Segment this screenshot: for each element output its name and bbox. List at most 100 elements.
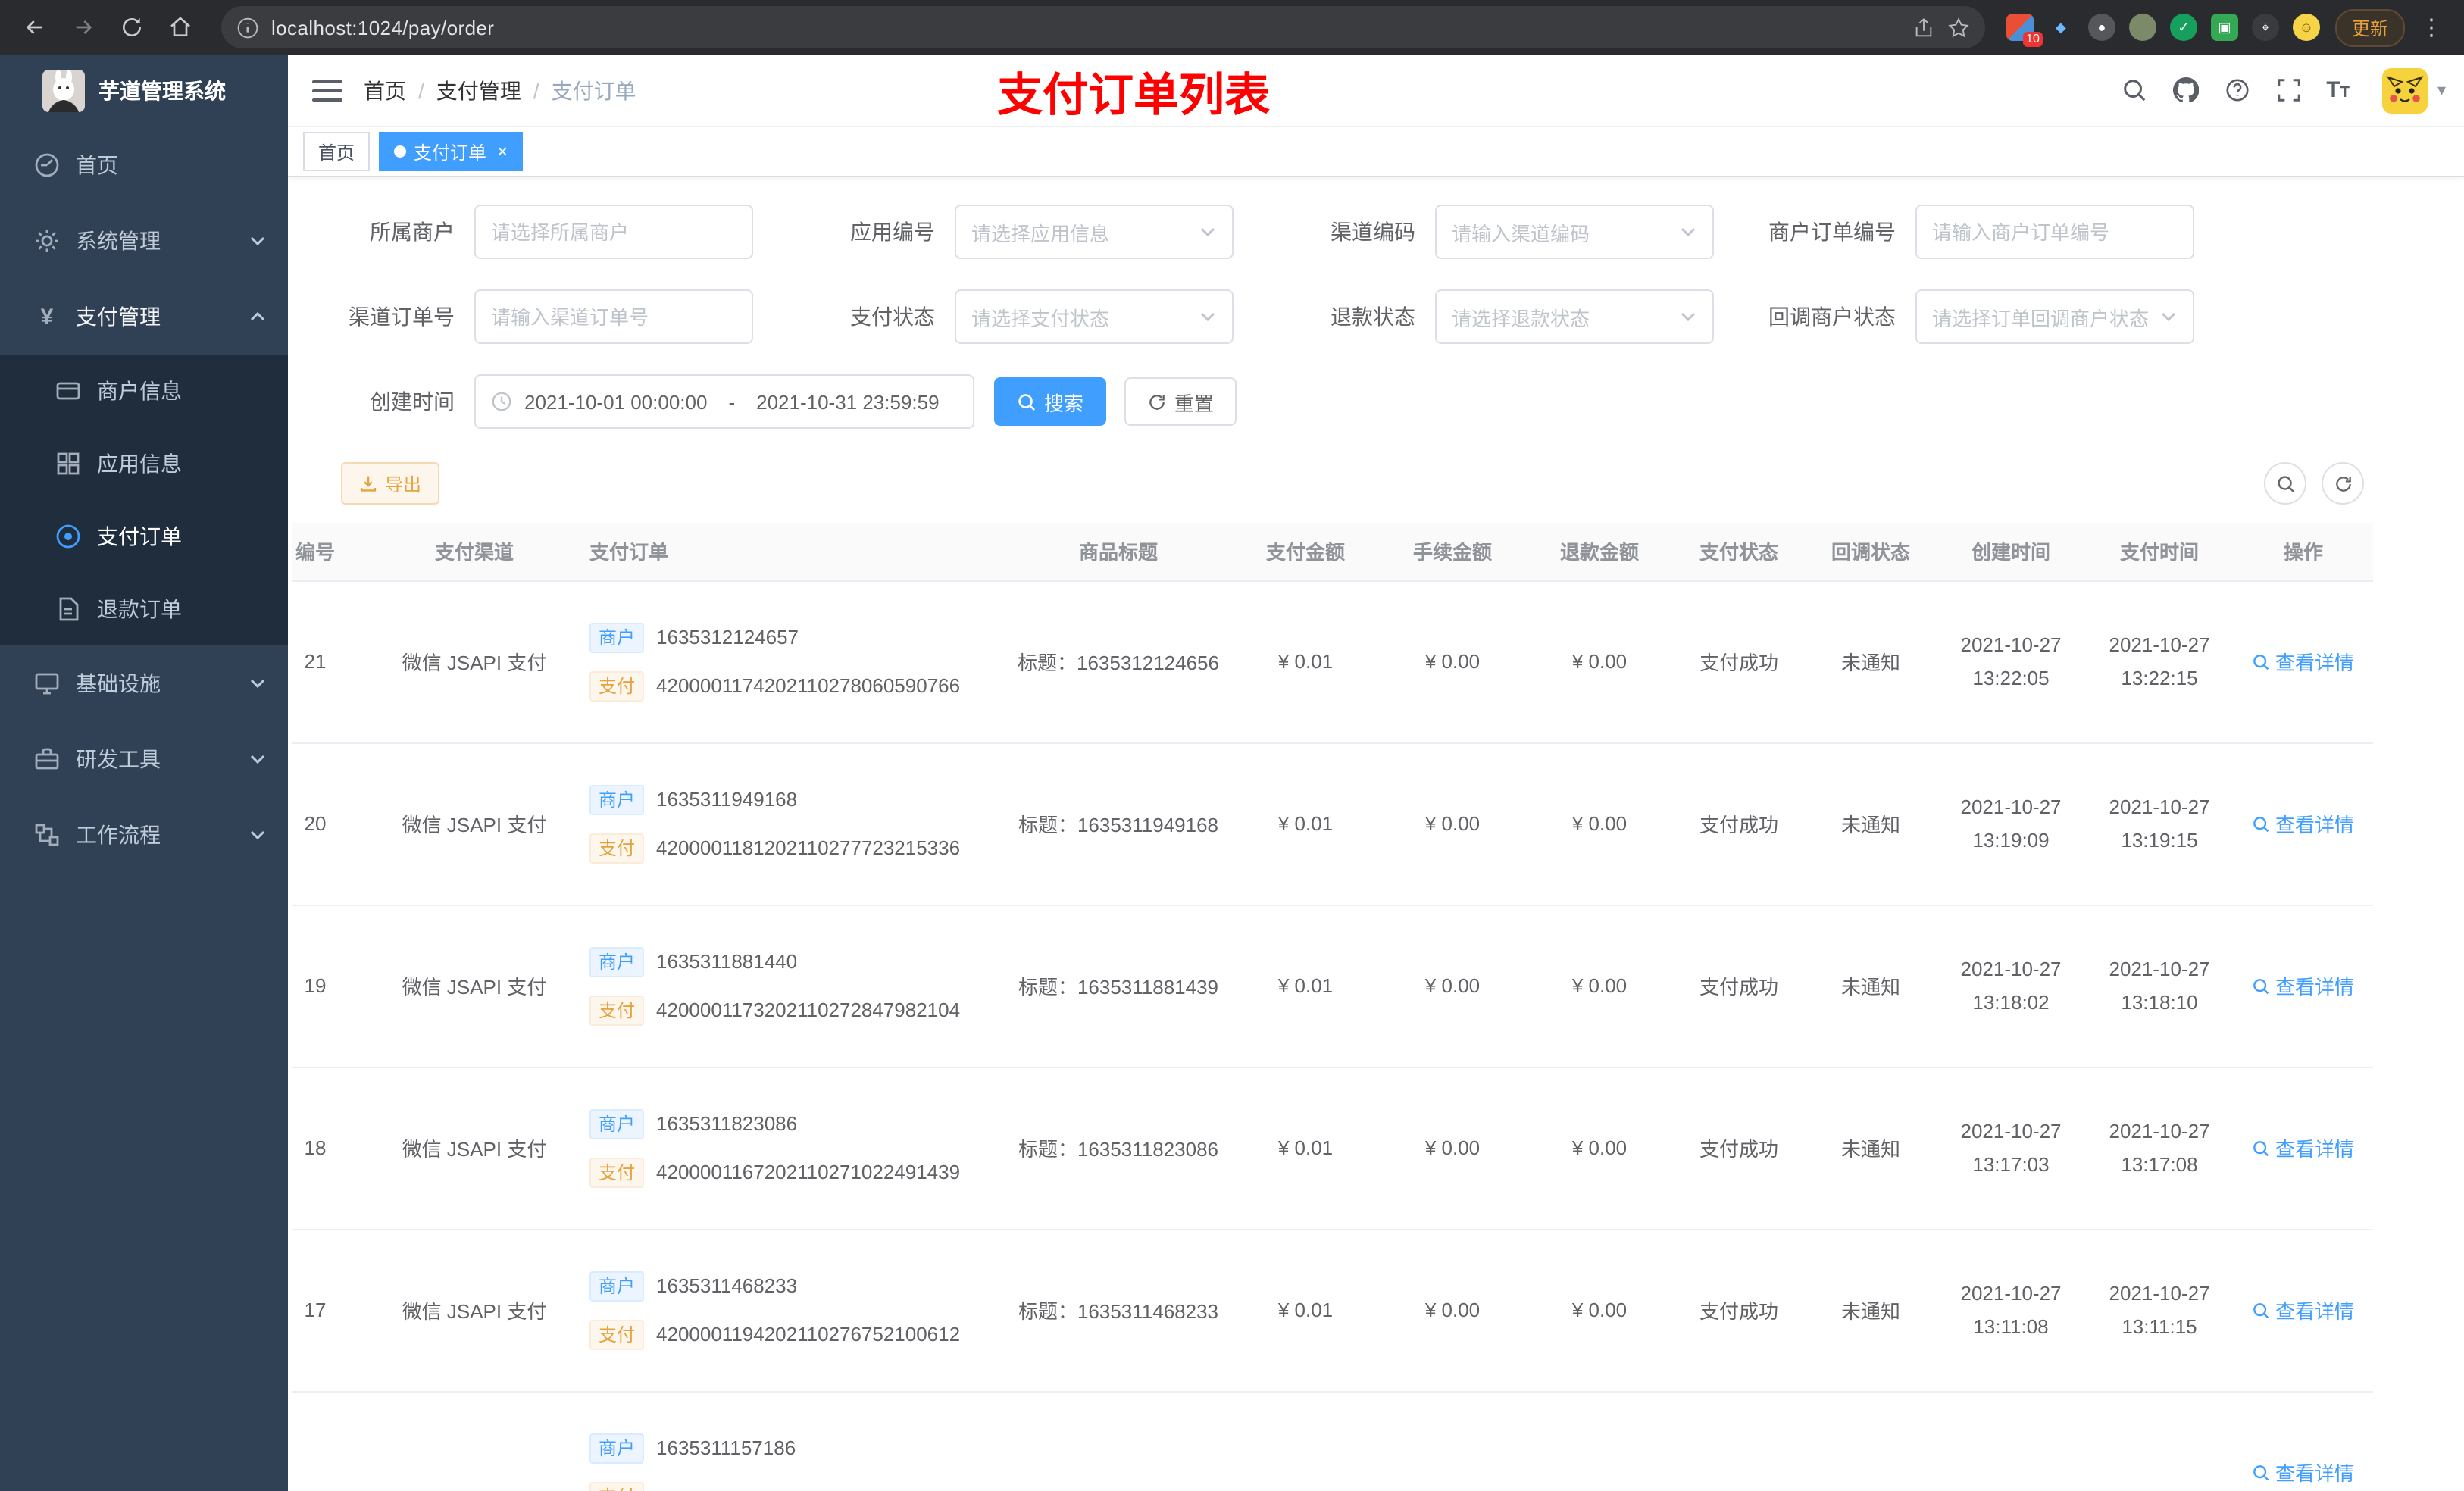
- help-icon[interactable]: [2223, 77, 2250, 104]
- fee-cell: ¥ 0.00: [1379, 1067, 1526, 1230]
- close-icon[interactable]: ×: [497, 141, 508, 162]
- view-detail-link[interactable]: 查看详情: [2253, 1133, 2354, 1162]
- search-icon: [2254, 978, 2270, 994]
- refund-cell: ¥ 0.00: [1526, 905, 1673, 1067]
- fullscreen-icon[interactable]: [2275, 77, 2302, 104]
- col-channel: 支付渠道: [383, 523, 565, 581]
- extension-chat-icon[interactable]: ▣: [2210, 14, 2238, 41]
- breadcrumb-payment[interactable]: 支付管理: [436, 75, 521, 105]
- status-cell: [1673, 1391, 1805, 1491]
- merchant-input-field[interactable]: [491, 220, 736, 243]
- tab-home[interactable]: 首页: [303, 132, 371, 171]
- view-detail-link[interactable]: 查看详情: [2253, 971, 2354, 1000]
- browser-forward-button[interactable]: [64, 8, 103, 47]
- view-detail-link[interactable]: 查看详情: [2253, 1296, 2354, 1324]
- sidebar-item-system[interactable]: 系统管理: [0, 203, 288, 279]
- reset-button[interactable]: 重置: [1124, 377, 1237, 426]
- chevron-down-icon: [1681, 312, 1696, 322]
- create-time-range-picker[interactable]: 2021-10-01 00:00:00 - 2021-10-31 23:59:5…: [474, 374, 974, 429]
- content: 所属商户 应用编号 请选择应用信息 渠道编码: [288, 177, 2464, 1491]
- extensions-pin-icon[interactable]: ⌖: [2251, 14, 2279, 41]
- view-detail-link[interactable]: 查看详情: [2253, 647, 2354, 676]
- table-row: 商户 1635311157186 支付 查看详情: [292, 1391, 2373, 1491]
- actions-cell: 查看详情: [2234, 580, 2373, 743]
- sidebar-item-pay-order[interactable]: 支付订单: [0, 500, 288, 573]
- merchant-order-no-input[interactable]: [1915, 205, 2194, 259]
- sidebar-item-payment[interactable]: ¥ 支付管理: [0, 279, 288, 355]
- sidebar-item-app-info[interactable]: 应用信息: [0, 427, 288, 500]
- breadcrumb-home[interactable]: 首页: [364, 75, 406, 105]
- tab-label: 支付订单: [414, 142, 487, 163]
- table-row: 17 微信 JSAPI 支付 商户 1635311468233 支付 42000…: [292, 1229, 2373, 1392]
- channel-code-select[interactable]: 请输入渠道编码: [1435, 205, 1714, 259]
- share-icon[interactable]: [1912, 16, 1935, 39]
- notify-cell: 未通知: [1805, 1229, 1937, 1392]
- user-menu[interactable]: ▾: [2382, 67, 2446, 113]
- sidebar-collapse-icon[interactable]: [312, 75, 342, 105]
- tab-pay-order[interactable]: 支付订单 ×: [379, 132, 524, 171]
- address-bar[interactable]: localhost:1024/pay/order: [221, 6, 1985, 48]
- col-status: 支付状态: [1673, 523, 1805, 581]
- pay-tag: 支付: [589, 833, 645, 863]
- channel-pay-no: 4200001194202110276752100612: [656, 1323, 961, 1346]
- search-icon[interactable]: [2120, 77, 2147, 104]
- browser-update-button[interactable]: 更新: [2334, 8, 2405, 46]
- extension-check-icon[interactable]: ✓: [2169, 14, 2197, 41]
- title-cell: 标题：1635311949168: [1005, 742, 1232, 905]
- table-toolbar: 导出: [341, 462, 2464, 505]
- browser-back-button[interactable]: [15, 8, 55, 47]
- search-icon: [2277, 475, 2294, 492]
- refund-status-select[interactable]: 请选择退款状态: [1435, 289, 1714, 344]
- sidebar-item-infra[interactable]: 基础设施: [0, 645, 288, 721]
- merchant-input[interactable]: [474, 205, 753, 259]
- date-end[interactable]: 2021-10-31 23:59:59: [756, 390, 939, 413]
- pay-order-cell: 商户 1635311468233 支付 42000011942021102767…: [565, 1229, 1005, 1392]
- url-text[interactable]: localhost:1024/pay/order: [271, 16, 1900, 39]
- field-label: 支付状态: [850, 305, 935, 329]
- date-start[interactable]: 2021-10-01 00:00:00: [524, 390, 707, 413]
- channel-order-no-field[interactable]: [491, 305, 736, 328]
- extension-olive-icon[interactable]: [2128, 14, 2156, 41]
- font-size-icon[interactable]: TT: [2326, 77, 2350, 103]
- channel-order-no-input[interactable]: [474, 289, 753, 344]
- notify-status-select[interactable]: 请选择订单回调商户状态: [1915, 289, 2194, 344]
- toggle-search-button[interactable]: [2264, 462, 2306, 505]
- sidebar-item-dev-tools[interactable]: 研发工具: [0, 721, 288, 797]
- search-button[interactable]: 搜索: [994, 377, 1107, 426]
- sidebar-item-merchant-info[interactable]: 商户信息: [0, 355, 288, 427]
- sidebar-item-refund-order[interactable]: 退款订单: [0, 573, 288, 645]
- browser-reload-button[interactable]: [112, 8, 152, 47]
- col-notify: 回调状态: [1805, 523, 1937, 581]
- reset-button-label: 重置: [1174, 392, 1215, 414]
- actions-cell: 查看详情: [2234, 1229, 2373, 1392]
- profile-avatar-icon[interactable]: ☺: [2292, 14, 2320, 41]
- filter-notify-status: 回调商户状态 请选择订单回调商户状态: [1734, 289, 2214, 344]
- export-button-label: 导出: [385, 474, 422, 495]
- browser-menu-icon[interactable]: ⋮: [2414, 14, 2449, 41]
- sidebar-item-workflow[interactable]: 工作流程: [0, 797, 288, 873]
- sidebar-item-home[interactable]: 首页: [0, 127, 288, 203]
- merchant-order-no-field[interactable]: [1932, 220, 2178, 243]
- view-detail-link[interactable]: 查看详情: [2253, 809, 2354, 838]
- record-icon: [55, 523, 82, 550]
- site-info-icon[interactable]: [236, 16, 259, 39]
- export-button[interactable]: 导出: [341, 462, 440, 505]
- github-icon[interactable]: [2172, 77, 2199, 104]
- browser-home-button[interactable]: [161, 8, 200, 47]
- refresh-table-button[interactable]: [2322, 462, 2364, 505]
- search-button-label: 搜索: [1044, 392, 1084, 414]
- app-id-select[interactable]: 请选择应用信息: [955, 205, 1234, 259]
- notify-cell: [1805, 1391, 1937, 1491]
- extension-drop-icon[interactable]: ◆: [2047, 14, 2075, 41]
- pay-status-select[interactable]: 请选择支付状态: [955, 289, 1234, 344]
- user-avatar[interactable]: [2382, 67, 2428, 113]
- chevron-down-icon[interactable]: ▾: [2437, 80, 2446, 100]
- view-detail-link[interactable]: 查看详情: [2253, 1458, 2354, 1486]
- download-icon: [360, 476, 377, 492]
- fee-cell: ¥ 0.00: [1379, 1229, 1526, 1392]
- bookmark-star-icon[interactable]: [1947, 16, 1970, 39]
- col-title: 商品标题: [1005, 523, 1232, 581]
- app-logo[interactable]: 芋道管理系统: [0, 55, 288, 127]
- extension-gray-icon[interactable]: ●: [2087, 14, 2115, 41]
- extension-puzzle-icon[interactable]: 10: [2006, 14, 2043, 47]
